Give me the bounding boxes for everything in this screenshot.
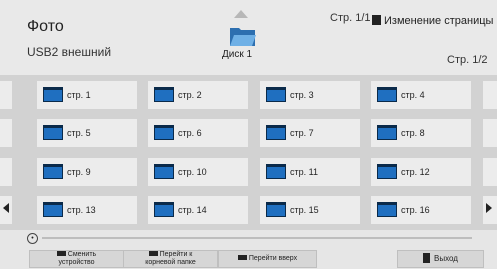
go-to-root-label-2: корневой папке [145, 259, 196, 266]
folder-icon [154, 87, 174, 102]
folder-icon [377, 164, 397, 179]
folder-label: стр. 1 [67, 90, 91, 100]
folder-icon [154, 125, 174, 140]
folder-label: стр. 4 [401, 90, 425, 100]
row-right-edge [483, 119, 497, 147]
folder-label: стр. 8 [401, 128, 425, 138]
folder-item[interactable]: стр. 14 [148, 196, 248, 224]
disk-label: Диск 1 [222, 49, 253, 60]
remote-key-icon [237, 255, 247, 260]
folder-icon [43, 202, 63, 217]
exit-button[interactable]: Выход [397, 250, 484, 268]
folder-label: стр. 16 [401, 205, 430, 215]
folder-item[interactable]: стр. 7 [260, 119, 360, 147]
change-device-button[interactable]: Сменить устройство [29, 250, 124, 268]
page-key-icon [372, 15, 381, 25]
change-page-label: Изменение страницы [384, 15, 494, 27]
page-title: Фото [27, 18, 64, 35]
folder-label: стр. 5 [67, 128, 91, 138]
change-device-label-2: устройство [58, 259, 95, 266]
folder-item[interactable]: стр. 9 [37, 158, 137, 186]
folder-icon [154, 202, 174, 217]
go-up-label: Перейти вверх [248, 255, 298, 262]
folder-icon [266, 87, 286, 102]
folder-item[interactable]: стр. 16 [371, 196, 471, 224]
folder-icon [266, 164, 286, 179]
folder-icon [43, 87, 63, 102]
change-device-label-1: Сменить [67, 251, 97, 258]
folder-item[interactable]: стр. 13 [37, 196, 137, 224]
folder-item[interactable]: стр. 5 [37, 119, 137, 147]
folder-label: стр. 12 [401, 167, 430, 177]
row-right-edge [483, 81, 497, 109]
folder-item[interactable]: стр. 12 [371, 158, 471, 186]
folder-item[interactable]: стр. 15 [260, 196, 360, 224]
folder-icon [377, 202, 397, 217]
scroll-indicator-icon: • [27, 233, 38, 244]
header: Фото USB2 внешний Диск 1 Стр. 1/1 Измене… [0, 0, 497, 75]
page-indicator-top: Стр. 1/1 [330, 12, 371, 24]
folder-label: стр. 10 [178, 167, 207, 177]
footer-bar: Сменить устройство Перейти к корневой па… [0, 249, 497, 269]
folder-label: стр. 3 [290, 90, 314, 100]
folder-icon [43, 164, 63, 179]
next-page-arrow-icon[interactable] [486, 203, 492, 213]
row-right-edge [483, 158, 497, 186]
folder-label: стр. 11 [290, 167, 318, 177]
folder-item[interactable]: стр. 2 [148, 81, 248, 109]
folder-label: стр. 9 [67, 167, 91, 177]
change-page-hint: Изменение страницы [372, 15, 493, 27]
folder-item[interactable]: стр. 8 [371, 119, 471, 147]
folder-label: стр. 13 [67, 205, 96, 215]
folder-item[interactable]: стр. 10 [148, 158, 248, 186]
remote-key-icon [56, 251, 66, 256]
exit-key-icon [423, 253, 431, 263]
row-left-edge [0, 158, 12, 186]
folder-label: стр. 7 [290, 128, 314, 138]
go-up-button[interactable]: Перейти вверх [218, 250, 317, 268]
exit-label: Выход [434, 254, 458, 263]
prev-page-arrow-icon[interactable] [3, 203, 9, 213]
folder-label: стр. 6 [178, 128, 202, 138]
scroll-bar[interactable]: • [0, 230, 497, 249]
row-left-edge [0, 119, 12, 147]
folder-label: стр. 14 [178, 205, 207, 215]
scroll-track[interactable] [42, 237, 472, 239]
remote-key-icon [148, 251, 158, 256]
folder-item[interactable]: стр. 6 [148, 119, 248, 147]
folder-icon [43, 125, 63, 140]
folder-icon [377, 87, 397, 102]
page-indicator: Стр. 1/2 [447, 54, 488, 66]
folder-label: стр. 15 [290, 205, 319, 215]
folder-grid: стр. 1 стр. 2 стр. 3 стр. 4 стр. 5 стр. 6 стр.… [0, 75, 497, 230]
source-device-label: USB2 внешний [27, 45, 112, 59]
folder-icon [154, 164, 174, 179]
folder-item[interactable]: стр. 11 [260, 158, 360, 186]
up-arrow-icon[interactable] [234, 10, 248, 18]
folder-item[interactable]: стр. 4 [371, 81, 471, 109]
folder-label: стр. 2 [178, 90, 202, 100]
folder-icon [266, 202, 286, 217]
folder-icon [377, 125, 397, 140]
go-to-root-label-1: Перейти к [159, 251, 193, 258]
folder-icon [266, 125, 286, 140]
folder-item[interactable]: стр. 1 [37, 81, 137, 109]
folder-icon [230, 28, 256, 46]
row-left-edge [0, 81, 12, 109]
folder-item[interactable]: стр. 3 [260, 81, 360, 109]
go-to-root-button[interactable]: Перейти к корневой папке [123, 250, 218, 268]
